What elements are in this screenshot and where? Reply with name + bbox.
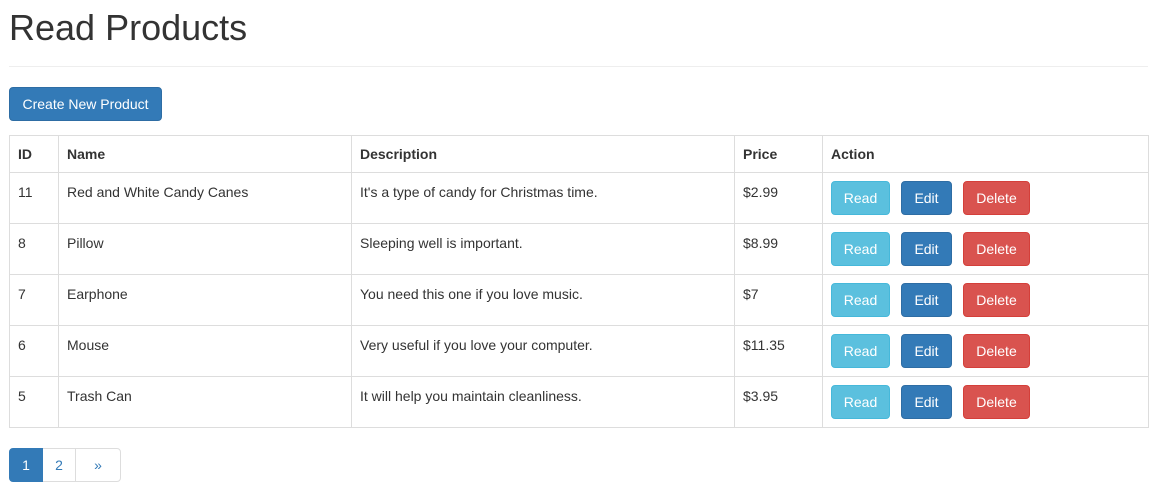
cell-name: Red and White Candy Canes (58, 172, 352, 224)
cell-price: $11.35 (734, 325, 823, 377)
cell-actions: Read Edit Delete (822, 223, 1149, 275)
read-button[interactable]: Read (831, 334, 890, 368)
cell-actions: Read Edit Delete (822, 274, 1149, 326)
cell-price: $7 (734, 274, 823, 326)
next-page-link[interactable]: » (75, 448, 121, 482)
cell-id: 7 (9, 274, 59, 326)
products-table: ID Name Description Price Action 11 Red … (9, 135, 1149, 428)
edit-button[interactable]: Edit (901, 385, 952, 419)
read-button[interactable]: Read (831, 385, 890, 419)
page-link-1[interactable]: 1 (9, 448, 43, 482)
edit-button[interactable]: Edit (901, 283, 952, 317)
cell-actions: Read Edit Delete (822, 325, 1149, 377)
cell-actions: Read Edit Delete (822, 172, 1149, 224)
delete-button[interactable]: Delete (963, 232, 1030, 266)
table-row: 5 Trash Can It will help you maintain cl… (9, 376, 1149, 428)
header-action: Action (822, 135, 1149, 173)
header-id: ID (9, 135, 59, 173)
edit-button[interactable]: Edit (901, 232, 952, 266)
cell-description: You need this one if you love music. (351, 274, 735, 326)
cell-actions: Read Edit Delete (822, 376, 1149, 428)
delete-button[interactable]: Delete (963, 181, 1030, 215)
cell-description: Very useful if you love your computer. (351, 325, 735, 377)
read-button[interactable]: Read (831, 232, 890, 266)
cell-id: 5 (9, 376, 59, 428)
table-row: 11 Red and White Candy Canes It's a type… (9, 172, 1149, 224)
cell-name: Earphone (58, 274, 352, 326)
cell-description: Sleeping well is important. (351, 223, 735, 275)
title-divider (9, 66, 1148, 67)
read-button[interactable]: Read (831, 181, 890, 215)
create-new-product-button[interactable]: Create New Product (9, 87, 162, 121)
delete-button[interactable]: Delete (963, 385, 1030, 419)
delete-button[interactable]: Delete (963, 283, 1030, 317)
table-row: 7 Earphone You need this one if you love… (9, 274, 1149, 326)
cell-name: Trash Can (58, 376, 352, 428)
pagination: 1 2 » (9, 448, 121, 482)
table-row: 8 Pillow Sleeping well is important. $8.… (9, 223, 1149, 275)
read-button[interactable]: Read (831, 283, 890, 317)
page-title: Read Products (9, 7, 248, 48)
cell-name: Pillow (58, 223, 352, 275)
edit-button[interactable]: Edit (901, 181, 952, 215)
cell-id: 6 (9, 325, 59, 377)
cell-description: It's a type of candy for Christmas time. (351, 172, 735, 224)
header-name: Name (58, 135, 352, 173)
table-header-row: ID Name Description Price Action (9, 135, 1149, 173)
header-price: Price (734, 135, 823, 173)
cell-id: 8 (9, 223, 59, 275)
delete-button[interactable]: Delete (963, 334, 1030, 368)
header-description: Description (351, 135, 735, 173)
cell-price: $3.95 (734, 376, 823, 428)
table-row: 6 Mouse Very useful if you love your com… (9, 325, 1149, 377)
edit-button[interactable]: Edit (901, 334, 952, 368)
cell-price: $2.99 (734, 172, 823, 224)
page-link-2[interactable]: 2 (42, 448, 76, 482)
cell-name: Mouse (58, 325, 352, 377)
cell-price: $8.99 (734, 223, 823, 275)
cell-id: 11 (9, 172, 59, 224)
cell-description: It will help you maintain cleanliness. (351, 376, 735, 428)
